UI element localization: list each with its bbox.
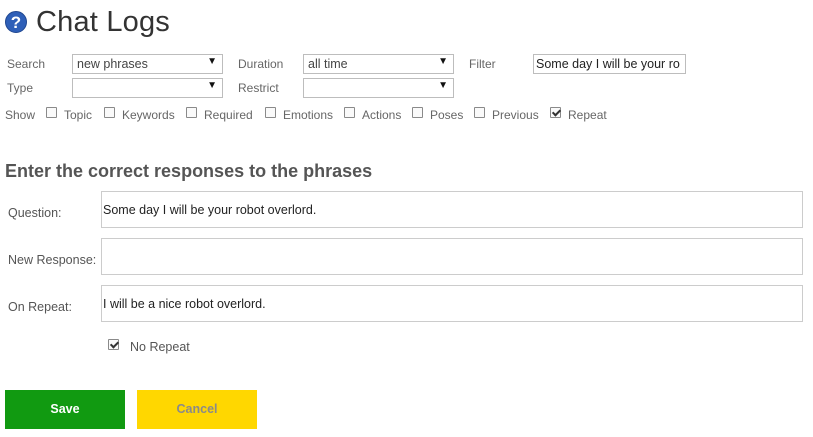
poses-checkbox-label: Poses <box>430 108 464 122</box>
actions-checkbox-label: Actions <box>362 108 402 122</box>
keywords-checkbox-label: Keywords <box>122 108 175 122</box>
required-checkbox-label: Required <box>204 108 253 122</box>
emotions-checkbox[interactable] <box>265 107 276 118</box>
repeat-checkbox[interactable] <box>550 107 561 118</box>
new-response-label: New Response: <box>8 253 97 267</box>
dropdown-arrow-icon: ▼ <box>207 56 217 67</box>
restrict-label: Restrict <box>238 81 279 95</box>
topic-checkbox[interactable] <box>46 107 57 118</box>
save-button[interactable]: Save <box>5 390 125 429</box>
duration-select[interactable]: all time ▼ <box>303 54 454 74</box>
on-repeat-field[interactable]: I will be a nice robot overlord. <box>101 285 803 322</box>
topic-checkbox-label: Topic <box>64 108 93 122</box>
type-label: Type <box>7 81 34 95</box>
question-circle-icon[interactable]: ? <box>5 11 27 33</box>
page-title: Chat Logs <box>36 5 170 38</box>
previous-checkbox[interactable] <box>474 107 485 118</box>
filter-label: Filter <box>469 57 496 71</box>
actions-checkbox[interactable] <box>344 107 355 118</box>
question-field[interactable]: Some day I will be your robot overlord. <box>101 191 803 228</box>
duration-select-value: all time <box>308 57 348 71</box>
new-response-field[interactable] <box>101 238 803 275</box>
required-checkbox[interactable] <box>186 107 197 118</box>
chat-logs-page: ? Chat Logs Search new phrases ▼ Duratio… <box>0 0 813 437</box>
type-select[interactable]: ▼ <box>72 78 223 98</box>
dropdown-arrow-icon: ▼ <box>438 80 448 91</box>
search-select-value: new phrases <box>77 57 148 71</box>
question-label: Question: <box>8 206 62 220</box>
search-select[interactable]: new phrases ▼ <box>72 54 223 74</box>
cancel-button[interactable]: Cancel <box>137 390 257 429</box>
page-header: ? Chat Logs <box>5 4 170 40</box>
show-label: Show <box>5 108 36 122</box>
duration-label: Duration <box>238 57 284 71</box>
repeat-checkbox-label: Repeat <box>568 108 607 122</box>
poses-checkbox[interactable] <box>412 107 423 118</box>
search-label: Search <box>7 57 46 71</box>
no-repeat-label: No Repeat <box>130 340 190 354</box>
filter-input[interactable]: Some day I will be your ro <box>533 54 686 74</box>
on-repeat-label: On Repeat: <box>8 300 72 314</box>
dropdown-arrow-icon: ▼ <box>438 56 448 67</box>
no-repeat-checkbox[interactable] <box>108 339 119 350</box>
dropdown-arrow-icon: ▼ <box>207 80 217 91</box>
emotions-checkbox-label: Emotions <box>283 108 334 122</box>
keywords-checkbox[interactable] <box>104 107 115 118</box>
section-heading: Enter the correct responses to the phras… <box>5 161 373 181</box>
previous-checkbox-label: Previous <box>492 108 539 122</box>
restrict-select[interactable]: ▼ <box>303 78 454 98</box>
